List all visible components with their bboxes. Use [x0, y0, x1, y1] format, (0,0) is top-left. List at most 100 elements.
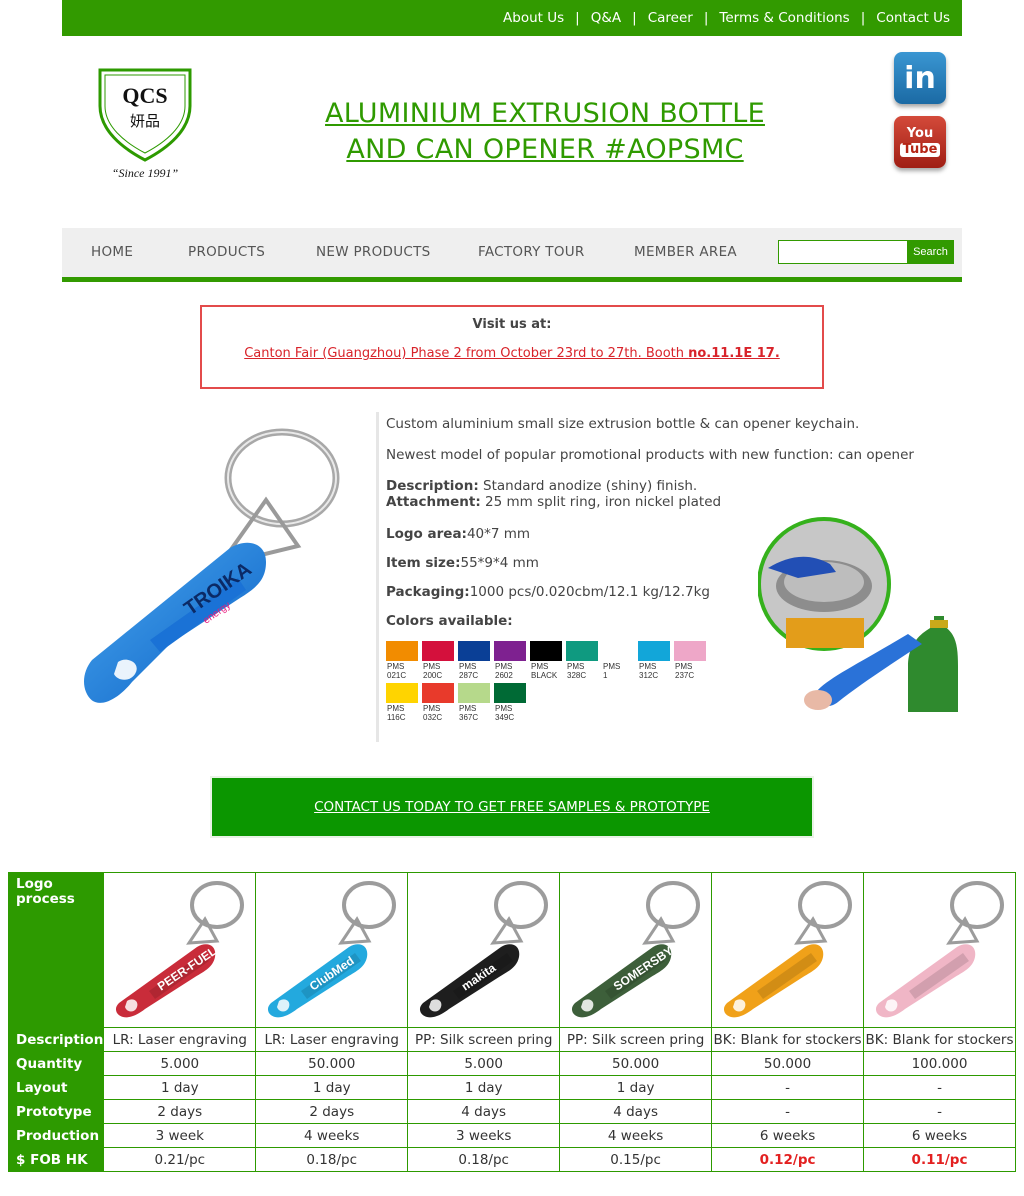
row-header: Layout: [7, 1075, 105, 1100]
color-swatch: [494, 641, 526, 661]
color-swatch: [386, 641, 418, 661]
description-label: Description:: [386, 478, 479, 494]
vertical-divider: [376, 412, 379, 742]
top-link-terms[interactable]: Terms & Conditions: [719, 10, 849, 26]
table-cell-prototype: -: [711, 1099, 865, 1124]
top-bar: About Us | Q&A | Career | Terms & Condition…: [62, 0, 962, 36]
packaging-line: Packaging:1000 pcs/0.020cbm/12.1 kg/12.7…: [386, 584, 710, 600]
bottle-opener-image: PEER-FUEL: [115, 881, 244, 1018]
table-cell-description: PP: Silk screen pring: [407, 1027, 561, 1052]
linkedin-label: in: [904, 60, 936, 96]
packaging-label: Packaging:: [386, 584, 470, 600]
nav-products[interactable]: PRODUCTS: [188, 244, 265, 260]
table-cell-production: 6 weeks: [711, 1123, 865, 1148]
nav-new-products[interactable]: NEW PRODUCTS: [316, 244, 431, 260]
swatch-label-line-2: 021C: [387, 671, 407, 680]
bottle-opener-image: [875, 881, 1004, 1018]
swatch-label-line-2: 312C: [639, 671, 659, 680]
swatch-label-line-1: PMS: [387, 662, 405, 671]
color-swatch: [458, 683, 490, 703]
swatch-label-line-1: PMS: [603, 662, 621, 671]
search-button[interactable]: Search: [907, 240, 954, 264]
color-swatch: [458, 641, 490, 661]
linkedin-icon[interactable]: in: [894, 52, 946, 104]
youtube-icon[interactable]: You Tube: [894, 116, 946, 168]
table-cell-layout: -: [711, 1075, 865, 1100]
swatch-label-line-2: 367C: [459, 713, 479, 722]
cta-label: CONTACT US TODAY TO GET FREE SAMPLES & P…: [314, 799, 710, 815]
table-cell-layout: 1 day: [407, 1075, 561, 1100]
table-row: Logo process PEER-FUEL ClubMed makita SOMERS…: [7, 872, 1016, 1028]
nav-member-area[interactable]: MEMBER AREA: [634, 244, 737, 260]
table-cell-layout: 1 day: [103, 1075, 257, 1100]
color-swatch-label: PMS 312C: [639, 662, 658, 680]
youtube-label-2: Tube: [899, 143, 941, 157]
logo-initials: QCS: [122, 83, 167, 108]
table-cell-price: 0.18/pc: [407, 1147, 561, 1172]
color-swatch: [674, 641, 706, 661]
bottle-opener-image: SOMERSBY: [571, 881, 700, 1018]
logo-area-line: Logo area:40*7 mm: [386, 526, 530, 542]
table-cell-layout: -: [863, 1075, 1016, 1100]
nav-factory-tour[interactable]: FACTORY TOUR: [478, 244, 585, 260]
top-link-about[interactable]: About Us: [503, 10, 564, 26]
swatch-label-line-2: 237C: [675, 671, 695, 680]
logo-since: “Since 1991”: [112, 166, 179, 180]
row-header: Quantity: [7, 1051, 105, 1076]
contact-cta-button[interactable]: CONTACT US TODAY TO GET FREE SAMPLES & P…: [210, 776, 814, 838]
color-swatch: [602, 641, 634, 661]
search-input[interactable]: [778, 240, 908, 264]
opener-image-cell: SOMERSBY: [559, 872, 713, 1028]
table-cell-price: 0.11/pc: [863, 1147, 1016, 1172]
bottle-opener-image: [723, 881, 852, 1018]
company-logo[interactable]: QCS 妍品 “Since 1991”: [96, 66, 194, 182]
color-swatch-label: PMS 328C: [567, 662, 586, 680]
attachment-value: 25 mm split ring, iron nickel plated: [480, 494, 722, 510]
swatch-label-line-1: PMS: [495, 662, 513, 671]
table-row: Quantity 5.000 50.000 5.000 50.000 50.000 100.…: [7, 1051, 1016, 1076]
swatch-label-line-1: PMS: [639, 662, 657, 671]
swatch-label-line-1: PMS: [423, 704, 441, 713]
table-cell-quantity: 5.000: [103, 1051, 257, 1076]
table-cell-description: LR: Laser engraving: [103, 1027, 257, 1052]
title-line-1: ALUMINIUM EXTRUSION BOTTLE: [325, 98, 765, 129]
table-cell-production: 3 week: [103, 1123, 257, 1148]
attachment-label: Attachment:: [386, 494, 481, 510]
packaging-value: 1000 pcs/0.020cbm/12.1 kg/12.7kg: [469, 584, 710, 600]
table-cell-production: 4 weeks: [255, 1123, 409, 1148]
swatch-label-line-1: PMS: [459, 662, 477, 671]
color-swatch: [494, 683, 526, 703]
table-cell-prototype: 2 days: [103, 1099, 257, 1124]
table-cell-quantity: 50.000: [711, 1051, 865, 1076]
shield-logo-icon: QCS 妍品 “Since 1991”: [98, 68, 192, 180]
swatch-label-line-2: 1: [603, 671, 608, 680]
youtube-label-1: You: [906, 126, 934, 141]
color-swatch-label: PMS 116C: [387, 704, 406, 722]
top-link-qa[interactable]: Q&A: [591, 10, 621, 26]
table-cell-price: 0.21/pc: [103, 1147, 257, 1172]
opener-image-cell: [863, 872, 1016, 1028]
main-nav: HOME PRODUCTS NEW PRODUCTS FACTORY TOUR …: [62, 228, 962, 282]
desc-newest: Newest model of popular promotional prod…: [386, 447, 914, 463]
table-row: Description LR: Laser engraving LR: Laser …: [7, 1027, 1016, 1052]
top-link-contact[interactable]: Contact Us: [876, 10, 950, 26]
top-link-career[interactable]: Career: [648, 10, 693, 26]
table-cell-description: BK: Blank for stockers: [863, 1027, 1016, 1052]
swatch-label-line-1: PMS: [459, 704, 477, 713]
event-booth: no.11.1E 17.: [688, 346, 780, 361]
row-header: Logo process: [7, 872, 105, 1028]
event-text: Canton Fair (Guangzhou) Phase 2 from Oct…: [244, 346, 689, 361]
event-link[interactable]: Canton Fair (Guangzhou) Phase 2 from Oct…: [202, 346, 822, 361]
table-cell-price: 0.18/pc: [255, 1147, 409, 1172]
table-cell-prototype: 2 days: [255, 1099, 409, 1124]
color-swatch: [530, 641, 562, 661]
table-cell-prototype: 4 days: [559, 1099, 713, 1124]
nav-home[interactable]: HOME: [91, 244, 133, 260]
color-swatch-label: PMS 200C: [423, 662, 442, 680]
hand-icon: [804, 690, 832, 710]
event-title: Visit us at:: [472, 317, 552, 332]
table-cell-quantity: 50.000: [255, 1051, 409, 1076]
color-swatch: [422, 641, 454, 661]
item-size-line: Item size:55*9*4 mm: [386, 555, 539, 571]
colors-label: Colors available:: [386, 613, 513, 629]
